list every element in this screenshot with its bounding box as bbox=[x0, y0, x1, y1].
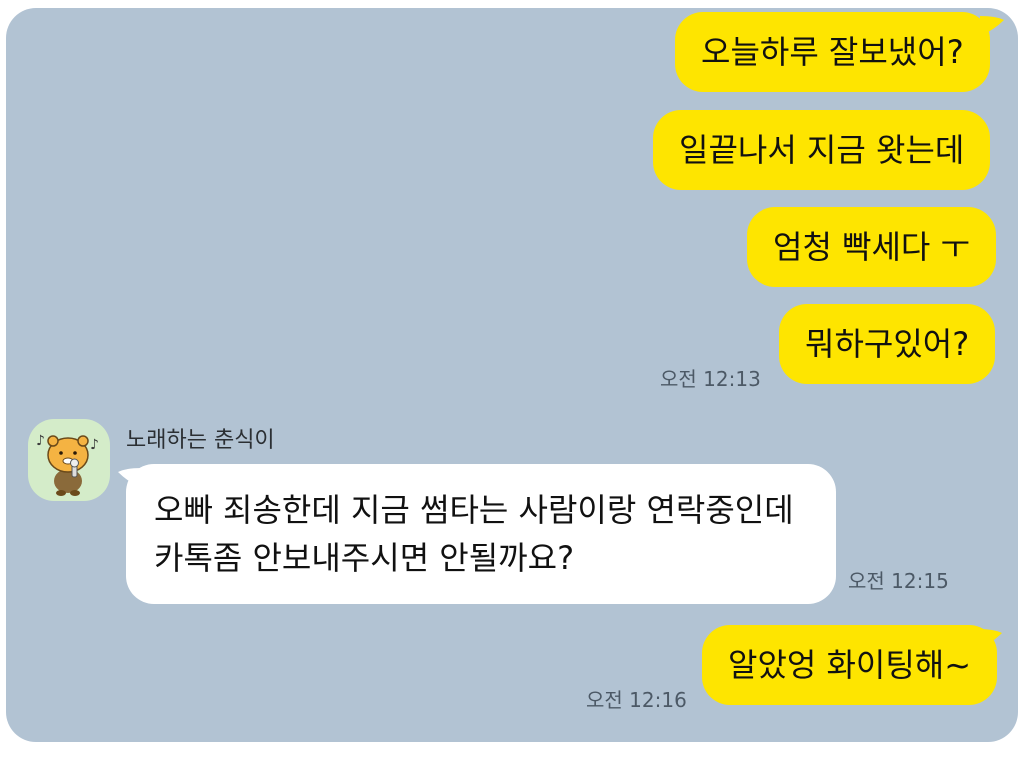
message-text-line: 카톡좀 안보내주시면 안될까요? bbox=[154, 539, 575, 577]
my-message-bubble[interactable]: 오늘하루 잘보냈어? bbox=[675, 12, 990, 92]
their-message-bubble[interactable]: 오빠 죄송한데 지금 썸타는 사람이랑 연락중인데 카톡좀 안보내주시면 안될까… bbox=[126, 464, 836, 604]
message-timestamp: 오전 12:13 bbox=[660, 367, 761, 391]
chat-room[interactable]: 오늘하루 잘보냈어? 일끝나서 지금 왓는데 엄청 빡세다 ㅜ 뭐하구있어? 오… bbox=[6, 8, 1018, 742]
message-text: 오늘하루 잘보냈어? bbox=[701, 33, 964, 71]
my-message-bubble[interactable]: 알았엉 화이팅해~ bbox=[702, 625, 998, 705]
message-text: 엄청 빡세다 ㅜ bbox=[773, 228, 970, 266]
my-message-bubble[interactable]: 뭐하구있어? bbox=[779, 304, 996, 384]
message-text: 알았엉 화이팅해~ bbox=[728, 646, 972, 684]
message-text-line: 오빠 죄송한데 지금 썸타는 사람이랑 연락중인데 bbox=[154, 491, 794, 529]
sender-avatar[interactable]: ♪ ♪ bbox=[28, 419, 110, 501]
choonsik-singing-icon: ♪ ♪ bbox=[36, 433, 99, 496]
bubble-tail bbox=[978, 629, 1002, 649]
bubble-tail bbox=[980, 16, 1004, 36]
svg-text:♪: ♪ bbox=[90, 437, 99, 453]
message-timestamp: 오전 12:15 bbox=[848, 569, 949, 593]
message-timestamp: 오전 12:16 bbox=[586, 688, 687, 712]
message-text: 일끝나서 지금 왓는데 bbox=[679, 131, 965, 169]
my-message-bubble[interactable]: 일끝나서 지금 왓는데 bbox=[653, 110, 991, 190]
sender-name: 노래하는 춘식이 bbox=[126, 428, 275, 453]
svg-text:♪: ♪ bbox=[36, 433, 45, 449]
message-text: 뭐하구있어? bbox=[805, 325, 970, 363]
my-message-bubble[interactable]: 엄청 빡세다 ㅜ bbox=[747, 207, 996, 287]
